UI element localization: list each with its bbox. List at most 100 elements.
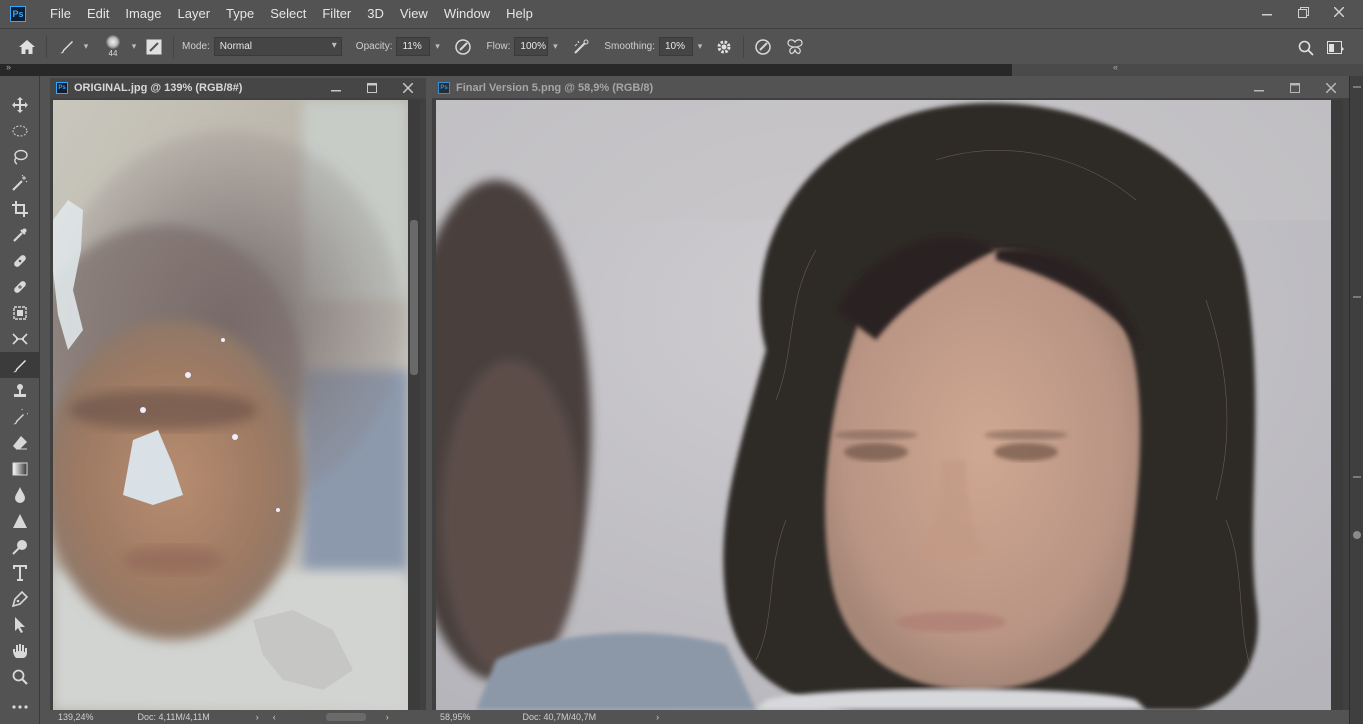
menu-3d[interactable]: 3D	[359, 0, 392, 28]
menu-type[interactable]: Type	[218, 0, 262, 28]
menu-bar: Ps File Edit Image Layer Type Select Fil…	[0, 0, 1363, 28]
ps-document-icon: Ps	[438, 82, 450, 94]
patch-tool-icon[interactable]	[0, 300, 40, 326]
dock-grip[interactable]	[1353, 86, 1361, 88]
close-icon[interactable]	[390, 78, 426, 98]
collapse-panels-icon[interactable]: «	[1113, 62, 1118, 72]
menu-image[interactable]: Image	[117, 0, 169, 28]
chevron-right-icon[interactable]: ›	[656, 712, 659, 722]
document-info: Doc: 40,7M/40,7M	[522, 712, 597, 722]
scrollbar-thumb[interactable]	[410, 220, 418, 375]
type-tool-icon[interactable]	[0, 560, 40, 586]
smoothing-label: Smoothing:	[604, 41, 655, 52]
close-icon[interactable]	[1313, 78, 1349, 98]
menu-layer[interactable]: Layer	[170, 0, 219, 28]
horizontal-scrollbar-thumb[interactable]	[325, 713, 366, 721]
healing-brush-tool-icon[interactable]	[0, 274, 40, 300]
menu-filter[interactable]: Filter	[314, 0, 359, 28]
smoothing-input[interactable]: 10%	[658, 37, 693, 56]
menu-window[interactable]: Window	[436, 0, 498, 28]
menu-edit[interactable]: Edit	[79, 0, 117, 28]
restore-icon[interactable]	[1285, 0, 1321, 24]
chevron-down-icon[interactable]: ▾	[693, 37, 707, 56]
zoom-level[interactable]: 58,95%	[440, 712, 471, 722]
brush-settings-panel-icon[interactable]	[141, 34, 167, 60]
home-icon[interactable]	[14, 34, 40, 60]
crop-tool-icon[interactable]	[0, 196, 40, 222]
magic-wand-tool-icon[interactable]	[0, 170, 40, 196]
document-title: ORIGINAL.jpg @ 139% (RGB/8#)	[74, 82, 243, 94]
symmetry-butterfly-icon[interactable]	[782, 34, 808, 60]
minimize-icon[interactable]	[1249, 0, 1285, 24]
expand-panels-icon[interactable]: »	[6, 62, 11, 72]
dock-grip[interactable]	[1353, 476, 1361, 478]
dock-grip[interactable]	[1353, 296, 1361, 298]
chevron-right-icon[interactable]: ›	[256, 712, 259, 722]
marquee-tool-icon[interactable]	[0, 118, 40, 144]
move-tool-icon[interactable]	[0, 92, 40, 118]
menu-help[interactable]: Help	[498, 0, 541, 28]
maximize-icon[interactable]	[1277, 78, 1313, 98]
spot-healing-tool-icon[interactable]	[0, 248, 40, 274]
document-window-controls	[318, 78, 426, 98]
eyedropper-tool-icon[interactable]	[0, 222, 40, 248]
hand-tool-icon[interactable]	[0, 638, 40, 664]
dock-header	[1012, 64, 1363, 76]
document-tab-original[interactable]: Ps ORIGINAL.jpg @ 139% (RGB/8#)	[50, 78, 426, 98]
eraser-tool-icon[interactable]	[0, 430, 40, 456]
menu-view[interactable]: View	[392, 0, 436, 28]
airbrush-icon[interactable]	[568, 34, 594, 60]
more-tools-icon[interactable]	[0, 694, 40, 720]
ps-document-icon: Ps	[56, 82, 68, 94]
blur-tool-icon[interactable]	[0, 482, 40, 508]
dock-button[interactable]	[1353, 531, 1361, 539]
photoshop-logo: Ps	[10, 6, 26, 22]
flow-value: 100%	[520, 41, 546, 52]
canvas-original-photo[interactable]	[53, 100, 408, 710]
pen-tool-icon[interactable]	[0, 586, 40, 612]
gear-icon[interactable]	[711, 34, 737, 60]
smoothing-value: 10%	[664, 41, 685, 52]
minimize-icon[interactable]	[318, 78, 354, 98]
menu-select[interactable]: Select	[262, 0, 314, 28]
brush-tool-preset-icon[interactable]	[53, 34, 79, 60]
pressure-opacity-icon[interactable]	[450, 34, 476, 60]
sharpen-tool-icon[interactable]	[0, 508, 40, 534]
dodge-tool-icon[interactable]	[0, 534, 40, 560]
path-selection-tool-icon[interactable]	[0, 612, 40, 638]
close-icon[interactable]	[1321, 0, 1357, 24]
maximize-icon[interactable]	[354, 78, 390, 98]
chevron-right-icon[interactable]: ›	[386, 712, 389, 722]
document-tab-final[interactable]: Ps Finarl Version 5.png @ 58,9% (RGB/8)	[432, 78, 1349, 98]
divider	[46, 35, 47, 58]
document-title: Finarl Version 5.png @ 58,9% (RGB/8)	[456, 82, 654, 94]
chevron-down-icon[interactable]: ▾	[548, 37, 562, 56]
brush-size-label: 44	[108, 49, 118, 58]
gradient-tool-icon[interactable]	[0, 456, 40, 482]
lasso-tool-icon[interactable]	[0, 144, 40, 170]
vertical-scrollbar[interactable]	[1331, 100, 1343, 710]
clone-stamp-tool-icon[interactable]	[0, 378, 40, 404]
content-aware-move-tool-icon[interactable]	[0, 326, 40, 352]
tools-panel	[0, 76, 40, 724]
canvas-final-photo[interactable]	[436, 100, 1331, 710]
chevron-left-icon[interactable]: ‹	[273, 712, 276, 722]
zoom-tool-icon[interactable]	[0, 664, 40, 690]
mode-select[interactable]: Normal ▾	[213, 37, 342, 56]
zoom-level[interactable]: 139,24%	[58, 712, 94, 722]
brush-preset-picker[interactable]: 44	[99, 32, 127, 62]
chevron-down-icon[interactable]: ▾	[127, 37, 141, 56]
vertical-scrollbar[interactable]	[408, 100, 420, 710]
history-brush-tool-icon[interactable]	[0, 404, 40, 430]
chevron-down-icon[interactable]: ▾	[430, 37, 444, 56]
opacity-input[interactable]: 11%	[396, 37, 431, 56]
flow-input[interactable]: 100%	[514, 37, 549, 56]
pressure-size-icon[interactable]	[750, 34, 776, 60]
document-info: Doc: 4,11M/4,11M	[137, 712, 210, 722]
minimize-icon[interactable]	[1241, 78, 1277, 98]
search-icon[interactable]	[1293, 35, 1319, 61]
brush-tool-icon[interactable]	[0, 352, 40, 378]
chevron-down-icon[interactable]: ▾	[79, 37, 93, 56]
workspace-icon[interactable]	[1323, 35, 1349, 61]
menu-file[interactable]: File	[42, 0, 79, 28]
